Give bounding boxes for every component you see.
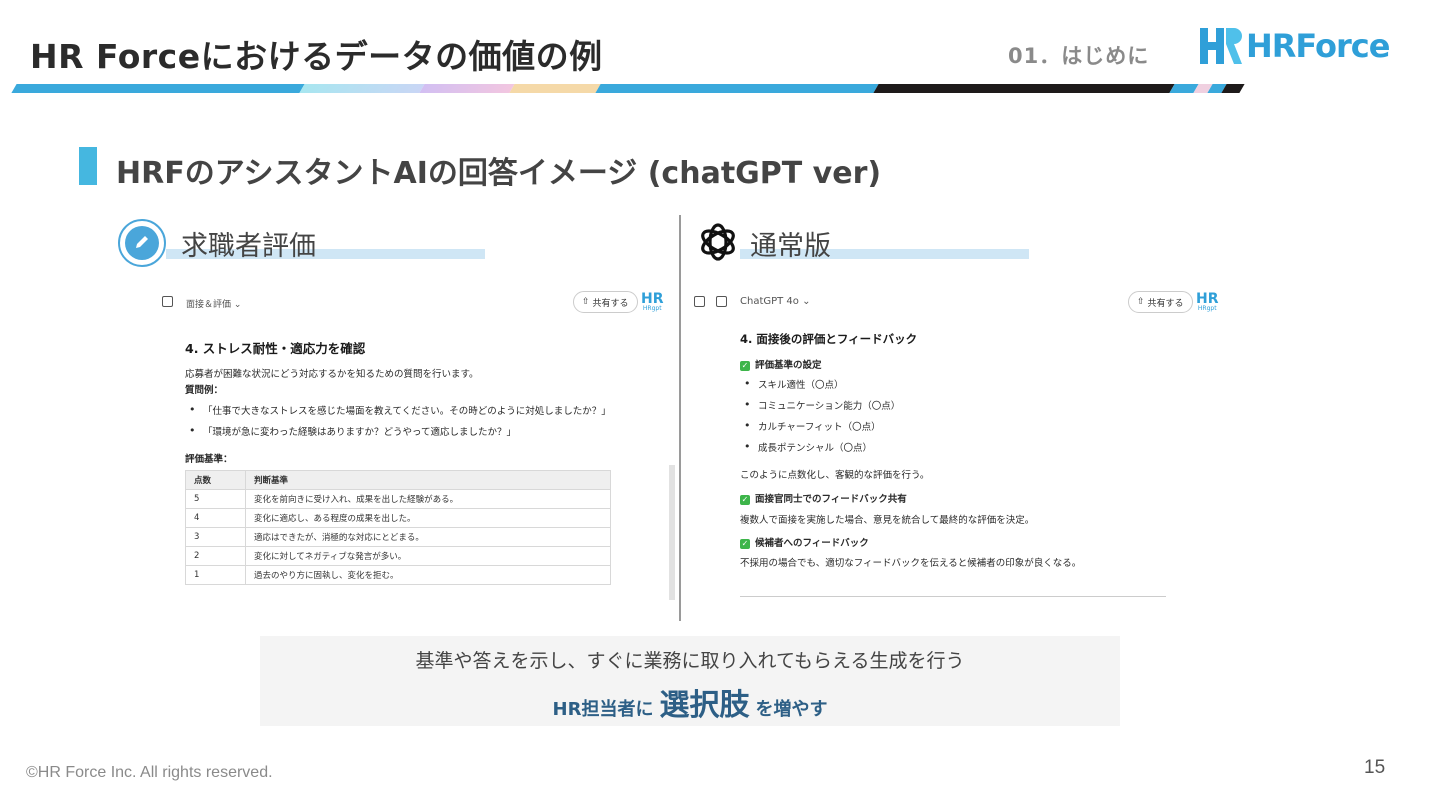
criteria-label: 評価基準： [185, 454, 233, 465]
question-label: 質問例： [185, 385, 224, 396]
answer-intro: 応募者が困難な状況にどう対応するかを知るための質問を行います。 [185, 369, 479, 380]
score-cell: 3 [185, 527, 246, 547]
hr-logo-mark-icon [1196, 24, 1244, 68]
divider [740, 596, 1166, 597]
left-column-label: 求職者評価 [181, 231, 316, 262]
header-color-band [11, 84, 1245, 93]
list-item: 成長ポテンシャル（〇点） [744, 440, 872, 454]
hrgpt-avatar: HR HRgpt [641, 291, 664, 312]
section-text: 不採用の場合でも、適切なフィードバックを伝えると候補者の印象が良くなる。 [740, 558, 1082, 569]
subheading: HRFのアシスタントAIの回答イメージ (chatGPT ver) [116, 156, 882, 191]
right-column-label: 通常版 [750, 231, 831, 262]
sidebar-toggle-icon[interactable] [694, 296, 705, 307]
left-chat-screenshot: 面接＆評価 ⌄ ⇧ 共有する HR HRgpt 4. ストレス耐性・適応力を確認 応… [150, 285, 675, 600]
summary-box: 基準や答えを示し、すぐに業務に取り入れてもらえる生成を行う HR担当者に 選択肢を… [260, 636, 1120, 726]
list-item: スキル適性（〇点） [744, 377, 843, 391]
section-tag: 01．はじめに [1008, 44, 1150, 68]
question-item: 「環境が急に変わった経験はありますか？どうやって適応しましたか？」 [189, 424, 516, 438]
right-chat-screenshot: ChatGPT 4o ⌄ ⇧ 共有する HR HRgpt 4. 面接後の評価とフィー… [686, 285, 1221, 600]
subheading-accent-bar [79, 147, 97, 185]
column-header: 点数 [185, 470, 246, 490]
section-title: ✓ 面接官同士でのフィードバック共有 [740, 494, 907, 505]
hrgpt-avatar: HR HRgpt [1196, 291, 1219, 312]
criteria-cell: 変化に対してネガティブな発言が多い。 [245, 546, 611, 566]
edit-icon[interactable] [162, 296, 173, 307]
answer-heading: 4. ストレス耐性・適応力を確認 [185, 341, 366, 356]
scrollbar[interactable] [669, 465, 675, 600]
summary-line: 基準や答えを示し、すぐに業務に取り入れてもらえる生成を行う [415, 650, 965, 672]
score-cell: 5 [185, 489, 246, 509]
breadcrumb[interactable]: 面接＆評価 ⌄ [186, 297, 241, 310]
checkbox-icon: ✓ [740, 494, 750, 505]
slide-title: HR Forceにおけるデータの価値の例 [30, 37, 603, 76]
share-button[interactable]: ⇧ 共有する [1128, 291, 1193, 313]
checkbox-icon: ✓ [740, 538, 750, 549]
section-title: ✓ 評価基準の設定 [740, 360, 822, 371]
table-row: 3 適応はできたが、消極的な対応にとどまる。 [185, 527, 611, 547]
edit-icon[interactable] [716, 296, 727, 307]
table-row: 4 変化に適応し、ある程度の成果を出した。 [185, 508, 611, 528]
column-header: 判断基準 [245, 470, 611, 490]
table-row: 1 過去のやり方に固執し、変化を拒む。 [185, 565, 611, 585]
summary-post: を増やす [755, 699, 828, 720]
brand-logo: HRForce [1196, 24, 1390, 68]
criteria-cell: 変化に適応し、ある程度の成果を出した。 [245, 508, 611, 528]
criteria-table: 点数 判断基準 5 変化を前向きに受け入れ、成果を出した経験がある。 4 変化に適応… [185, 470, 611, 585]
criteria-cell: 適応はできたが、消極的な対応にとどまる。 [245, 527, 611, 547]
score-cell: 1 [185, 565, 246, 585]
checkbox-icon: ✓ [740, 360, 750, 371]
list-item: カルチャーフィット（〇点） [744, 419, 881, 433]
openai-logo-icon [696, 220, 740, 264]
section-note: このように点数化し、客観的な評価を行う。 [740, 470, 930, 481]
logo-text: HRForce [1246, 27, 1390, 65]
table-row: 2 変化に対してネガティブな発言が多い。 [185, 546, 611, 566]
summary-emphasis: HR担当者に 選択肢 を増やす [260, 680, 1120, 724]
summary-keyword: 選択肢 [659, 688, 750, 723]
model-selector[interactable]: ChatGPT 4o ⌄ [740, 296, 810, 307]
upload-icon: ⇧ [1137, 297, 1145, 307]
upload-icon: ⇧ [582, 297, 590, 307]
table-header-row: 点数 判断基準 [185, 470, 611, 490]
list-item: コミュニケーション能力（〇点） [744, 398, 900, 412]
answer-heading: 4. 面接後の評価とフィードバック [740, 332, 918, 346]
page-number: 15 [1364, 757, 1386, 778]
pencil-circle-icon [118, 219, 166, 267]
question-item: 「仕事で大きなストレスを感じた場面を教えてください。その時どのように対処しました… [189, 403, 611, 417]
share-button[interactable]: ⇧ 共有する [573, 291, 638, 313]
copyright: ©HR Force Inc. All rights reserved. [26, 764, 273, 781]
criteria-cell: 過去のやり方に固執し、変化を拒む。 [245, 565, 611, 585]
summary-pre: HR担当者に [552, 699, 654, 720]
criteria-cell: 変化を前向きに受け入れ、成果を出した経験がある。 [245, 489, 611, 509]
section-text: 複数人で面接を実施した場合、意見を統合して最終的な評価を決定。 [740, 515, 1035, 526]
table-row: 5 変化を前向きに受け入れ、成果を出した経験がある。 [185, 489, 611, 509]
score-cell: 2 [185, 546, 246, 566]
score-cell: 4 [185, 508, 246, 528]
section-title: ✓ 候補者へのフィードバック [740, 538, 869, 549]
column-divider [679, 215, 681, 621]
